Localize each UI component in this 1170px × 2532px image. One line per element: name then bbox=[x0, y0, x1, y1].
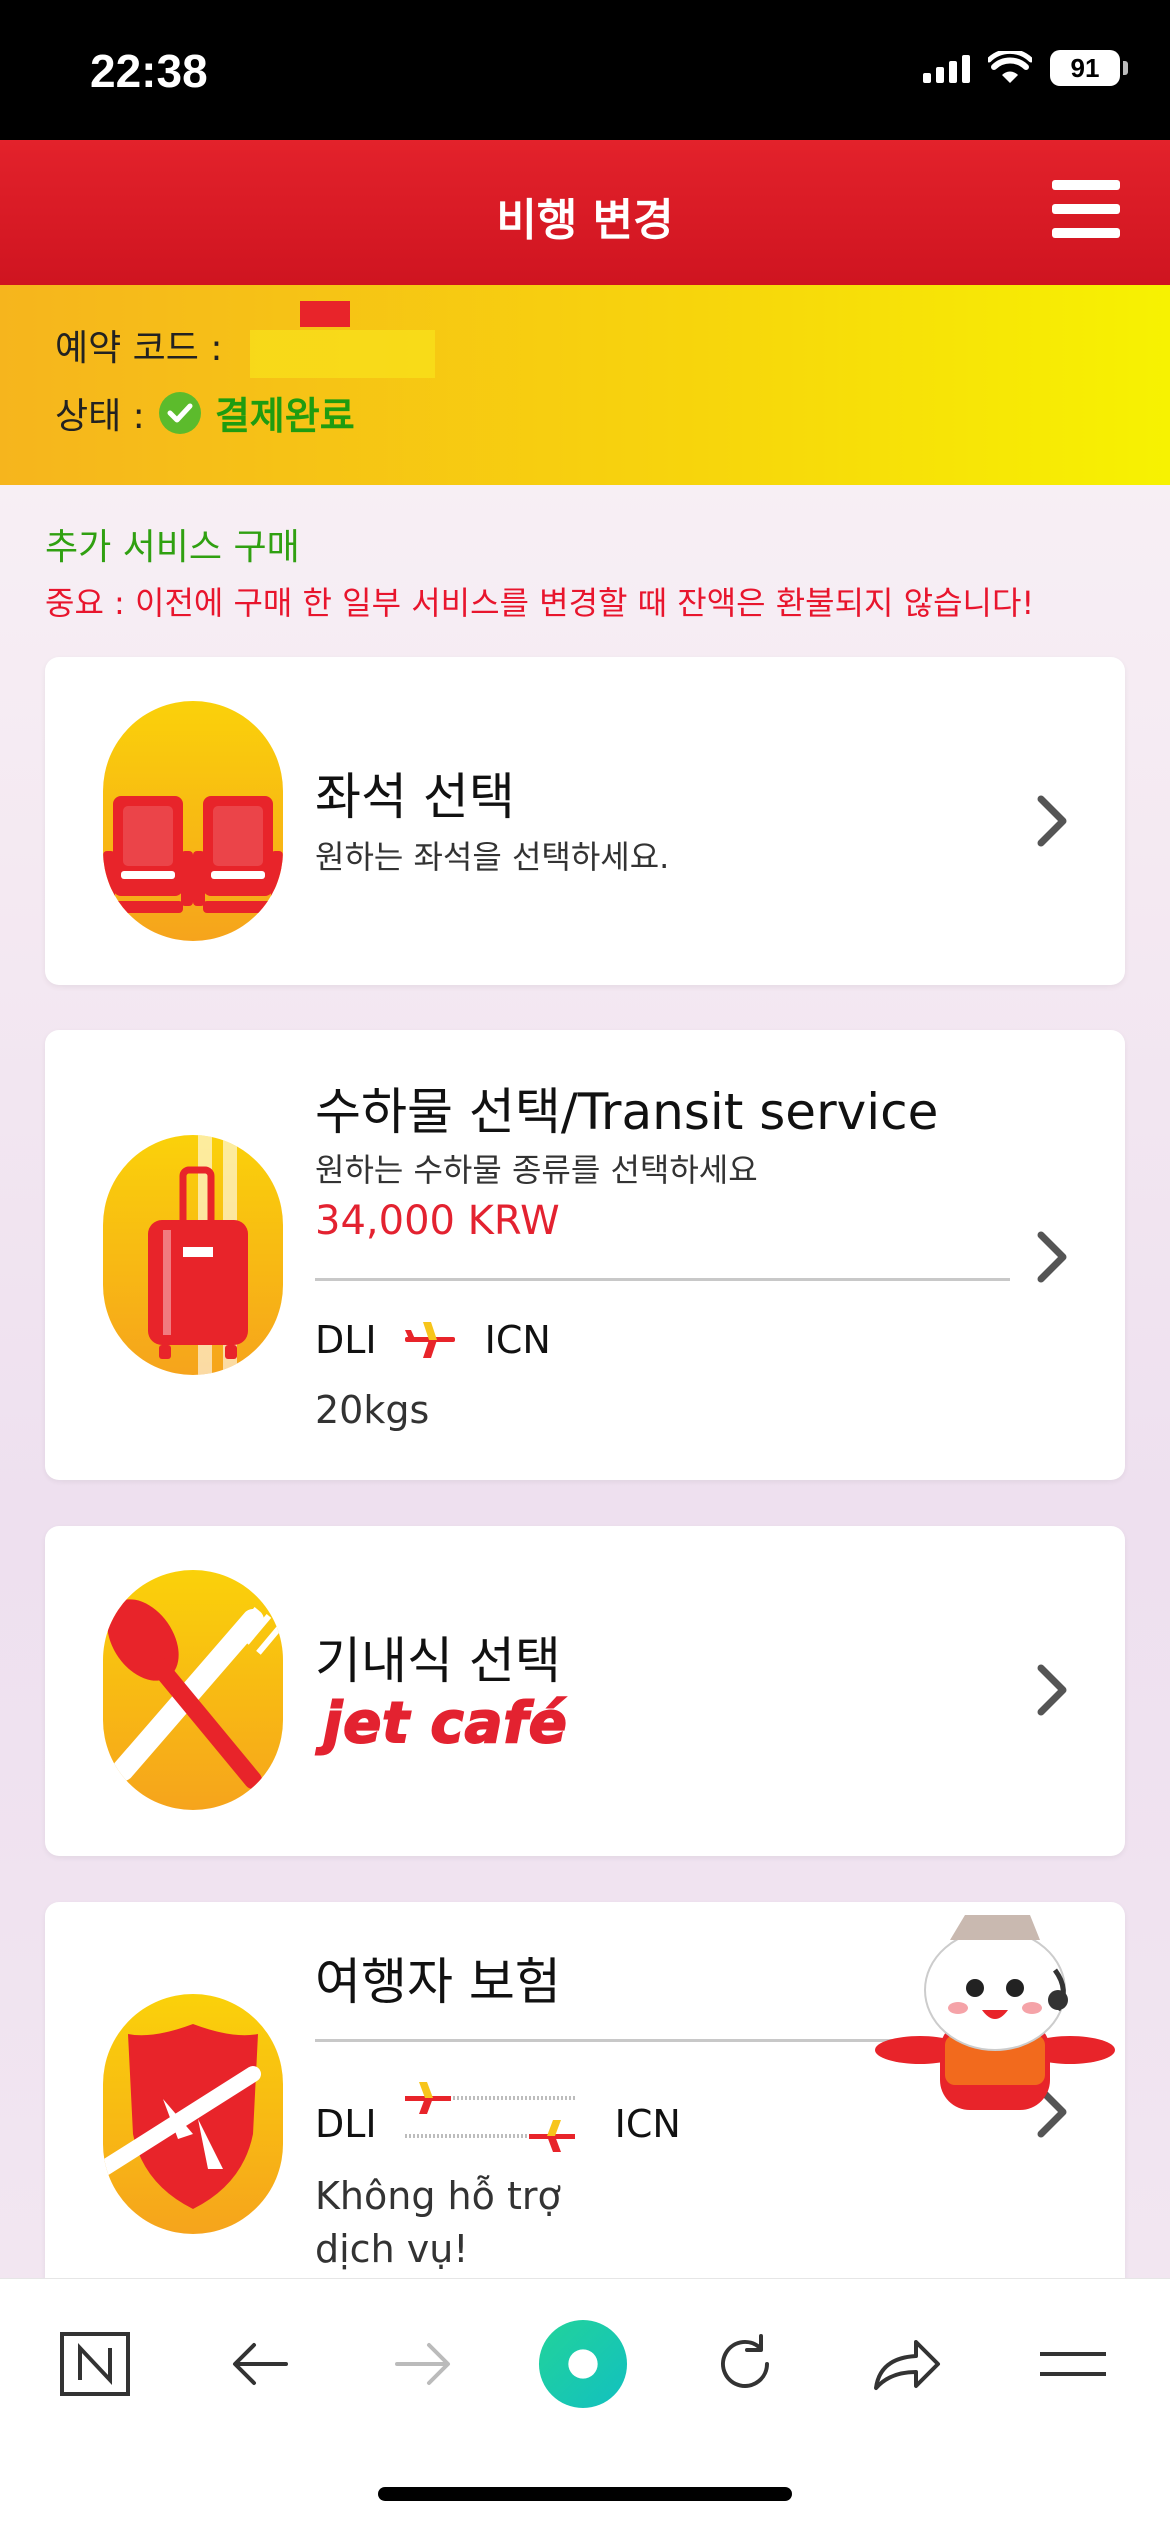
status-time: 22:38 bbox=[90, 45, 208, 97]
back-icon[interactable] bbox=[215, 2319, 305, 2409]
chevron-right-icon bbox=[1037, 1231, 1067, 1283]
refund-notice: 중요 : 이전에 구매 한 일부 서비스를 변경할 때 잔액은 환불되지 않습니… bbox=[45, 584, 1035, 622]
cellular-signal-icon bbox=[923, 53, 970, 83]
round-trip-flight-icon bbox=[404, 2082, 575, 2152]
home-indicator bbox=[378, 2487, 792, 2501]
check-circle-icon bbox=[158, 391, 201, 434]
booking-info: 예약 코드 : 상태 : 결제완료 bbox=[0, 285, 1170, 485]
route-origin: DLI bbox=[315, 2102, 377, 2146]
baggage-price: 34,000 KRW bbox=[315, 1198, 560, 1244]
battery-indicator: 91 bbox=[1050, 50, 1128, 86]
booking-status-label: 상태 : bbox=[55, 395, 145, 437]
card-title: 기내식 선택 bbox=[315, 1632, 561, 1690]
card-title: 좌석 선택 bbox=[315, 768, 515, 826]
airplane-icon bbox=[404, 1322, 455, 1358]
card-subtitle: 원하는 수하물 종류를 선택하세요 bbox=[315, 1151, 758, 1189]
luggage-icon bbox=[103, 1135, 283, 1375]
booking-code-redaction bbox=[300, 301, 350, 327]
divider bbox=[315, 1278, 1010, 1281]
meal-selection-card[interactable]: 기내식 선택 jet café bbox=[45, 1526, 1125, 1856]
mascot-chat-icon[interactable] bbox=[870, 1910, 1120, 2120]
jet-cafe-logo: jet café bbox=[322, 1690, 568, 1757]
spoon-fork-icon bbox=[103, 1570, 283, 1810]
route-destination: ICN bbox=[484, 1318, 551, 1362]
payment-status-badge: 결제완료 bbox=[214, 394, 355, 438]
card-title: 여행자 보험 bbox=[315, 1953, 561, 2011]
baggage-weight: 20kgs bbox=[315, 1388, 430, 1432]
seat-icon bbox=[103, 701, 283, 941]
booking-status-row: 상태 : 결제완료 bbox=[55, 385, 355, 440]
shield-plane-icon bbox=[103, 1994, 283, 2234]
booking-code-redaction-band bbox=[250, 330, 435, 378]
status-icons: 91 bbox=[923, 50, 1128, 86]
route-origin: DLI bbox=[315, 1318, 377, 1362]
route: DLI ICN bbox=[315, 1318, 551, 1362]
page-title: 비행 변경 bbox=[496, 195, 674, 246]
hamburger-menu-icon[interactable] bbox=[1052, 180, 1120, 240]
booking-code-label: 예약 코드 : bbox=[55, 328, 223, 369]
section-title: 추가 서비스 구매 bbox=[45, 527, 300, 568]
card-subtitle: 원하는 좌석을 선택하세요. bbox=[315, 838, 670, 876]
home-circle-icon[interactable] bbox=[538, 2319, 628, 2409]
chevron-right-icon bbox=[1037, 1664, 1067, 1716]
chevron-right-icon bbox=[1037, 795, 1067, 847]
insurance-note-line2: dịch vụ! bbox=[315, 2227, 469, 2271]
status-bar: 22:38 91 bbox=[0, 0, 1170, 140]
insurance-note-line1: Không hỗ trợ bbox=[315, 2174, 561, 2218]
divider bbox=[315, 2039, 935, 2042]
naver-icon[interactable] bbox=[50, 2319, 140, 2409]
refresh-icon[interactable] bbox=[700, 2319, 790, 2409]
seat-selection-card[interactable]: 좌석 선택 원하는 좌석을 선택하세요. bbox=[45, 657, 1125, 985]
card-title: 수하물 선택/Transit service bbox=[315, 1083, 939, 1141]
menu-icon[interactable] bbox=[1028, 2319, 1118, 2409]
baggage-selection-card[interactable]: 수하물 선택/Transit service 원하는 수하물 종류를 선택하세요… bbox=[45, 1030, 1125, 1480]
share-icon[interactable] bbox=[862, 2319, 952, 2409]
wifi-icon bbox=[988, 51, 1032, 83]
route: DLI ICN bbox=[315, 2082, 681, 2156]
booking-code-row: 예약 코드 : bbox=[55, 319, 223, 371]
app-header: 비행 변경 bbox=[0, 140, 1170, 285]
route-destination: ICN bbox=[614, 2102, 681, 2146]
forward-icon[interactable] bbox=[378, 2319, 468, 2409]
